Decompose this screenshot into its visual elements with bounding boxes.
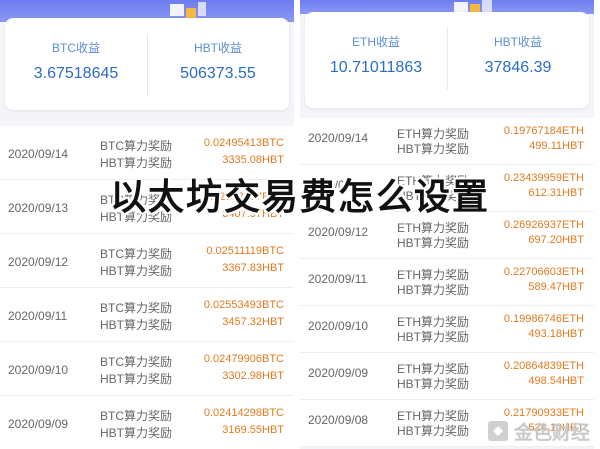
reward-value: 0.26926937ETH xyxy=(503,219,584,231)
stat-value: 3.67518645 xyxy=(33,65,119,82)
overlay-title: 以太坊交易费怎么设置 xyxy=(109,177,490,218)
reward-row: 2020/09/10 BTC算力奖励 HBT算力奖励 0.02479906BTC 330… xyxy=(0,342,294,396)
row-date: 2020/09/14 xyxy=(8,147,69,161)
row-date: 2020/09/12 xyxy=(8,255,69,269)
reward-value: 3367.83HBT xyxy=(222,262,284,274)
reward-value: 697.20HBT xyxy=(528,234,584,246)
reward-row: 2020/09/11 ETH算力奖励 HBT算力奖励 0.22706603ETH 589… xyxy=(300,259,594,306)
row-date: 2020/09/09 xyxy=(8,417,69,431)
row-date: 2020/09/12 xyxy=(308,225,369,239)
hbt-earnings-stat: HBT收益 506373.55 xyxy=(147,18,289,83)
reward-value: 3335.08HBT xyxy=(222,154,284,166)
row-date: 2020/09/11 xyxy=(8,309,68,323)
reward-row: 2020/09/11 BTC算力奖励 HBT算力奖励 0.02553493BTC 345… xyxy=(0,288,294,342)
reward-value: 498.54HBT xyxy=(528,375,584,387)
reward-label: HBT算力奖励 xyxy=(397,377,470,391)
stat-value: 37846.39 xyxy=(484,59,552,76)
hbt-earnings-stat: HBT收益 37846.39 xyxy=(447,12,589,77)
stat-value: 10.71011863 xyxy=(329,59,423,76)
jinse-logo-icon xyxy=(488,421,508,441)
stat-value: 506373.55 xyxy=(180,65,256,82)
reward-value: 0.19986746ETH xyxy=(503,313,584,325)
reward-row: 2020/09/09 ETH算力奖励 HBT算力奖励 0.20864839ETH 498… xyxy=(300,353,594,400)
reward-label: HBT算力奖励 xyxy=(100,318,173,332)
watermark-text: 金色财经 xyxy=(514,421,591,444)
reward-label: BTC算力奖励 xyxy=(100,409,173,423)
reward-row: 2020/09/09 BTC算力奖励 HBT算力奖励 0.02414298BTC 316… xyxy=(0,396,294,449)
stat-label: HBT收益 xyxy=(493,35,542,49)
reward-value: 3457.32HBT xyxy=(222,316,284,328)
reward-label: BTC算力奖励 xyxy=(100,301,173,315)
banner-illustration-icon xyxy=(170,2,206,18)
btc-earnings-stat: BTC收益 3.67518645 xyxy=(5,18,147,83)
row-date: 2020/09/09 xyxy=(308,366,369,380)
reward-value: 3302.98HBT xyxy=(222,370,284,382)
reward-value: 3169.55HBT xyxy=(222,424,284,436)
reward-label: HBT算力奖励 xyxy=(397,330,470,344)
stat-label: HBT收益 xyxy=(193,41,242,55)
earnings-summary-card: ETH收益 10.71011863 HBT收益 37846.39 xyxy=(305,12,589,108)
reward-label: HBT算力奖励 xyxy=(100,372,173,386)
reward-row: 2020/09/10 ETH算力奖励 HBT算力奖励 0.19986746ETH 493… xyxy=(300,306,594,353)
reward-value: 493.18HBT xyxy=(528,328,584,340)
reward-label: HBT算力奖励 xyxy=(397,424,470,438)
earnings-summary-card: BTC收益 3.67518645 HBT收益 506373.55 xyxy=(5,18,289,110)
reward-value: 0.02553493BTC xyxy=(203,299,284,311)
reward-label: HBT算力奖励 xyxy=(100,426,173,440)
reward-value: 0.20864839ETH xyxy=(503,360,584,372)
reward-row: 2020/09/14 ETH算力奖励 HBT算力奖励 0.19767184ETH 499… xyxy=(300,118,594,165)
row-date: 2020/09/14 xyxy=(308,131,369,145)
reward-value: 0.02479906BTC xyxy=(203,353,284,365)
reward-label: BTC算力奖励 xyxy=(100,139,173,153)
reward-value: 0.02511119BTC xyxy=(206,245,284,257)
reward-label: BTC算力奖励 xyxy=(100,355,173,369)
reward-label: HBT算力奖励 xyxy=(397,236,470,250)
row-date: 2020/09/11 xyxy=(308,272,368,286)
row-date: 2020/09/10 xyxy=(308,319,369,333)
stat-label: ETH收益 xyxy=(351,35,400,49)
reward-value: 0.22706603ETH xyxy=(503,266,584,278)
reward-label: HBT算力奖励 xyxy=(100,264,173,278)
row-date: 2020/09/10 xyxy=(8,363,69,377)
eth-earnings-panel: ETH收益 10.71011863 HBT收益 37846.39 2020/09… xyxy=(300,0,594,449)
reward-value: 589.47HBT xyxy=(528,281,584,293)
reward-value: 0.02414298BTC xyxy=(203,407,284,419)
btc-earnings-panel: BTC收益 3.67518645 HBT收益 506373.55 2020/09… xyxy=(0,0,294,449)
reward-row: 2020/09/12 BTC算力奖励 HBT算力奖励 0.02511119BTC 336… xyxy=(0,234,294,288)
reward-value: 0.19767184ETH xyxy=(503,125,584,137)
reward-label: HBT算力奖励 xyxy=(397,283,470,297)
reward-label: HBT算力奖励 xyxy=(397,142,470,156)
row-date: 2020/09/08 xyxy=(308,413,369,427)
reward-label: BTC算力奖励 xyxy=(100,247,173,261)
eth-earnings-stat: ETH收益 10.71011863 xyxy=(305,12,447,77)
watermark: 金色财经 xyxy=(486,418,590,444)
stat-label: BTC收益 xyxy=(51,41,100,55)
reward-value: 0.02495413BTC xyxy=(203,137,284,149)
reward-value: 499.11HBT xyxy=(529,140,584,152)
